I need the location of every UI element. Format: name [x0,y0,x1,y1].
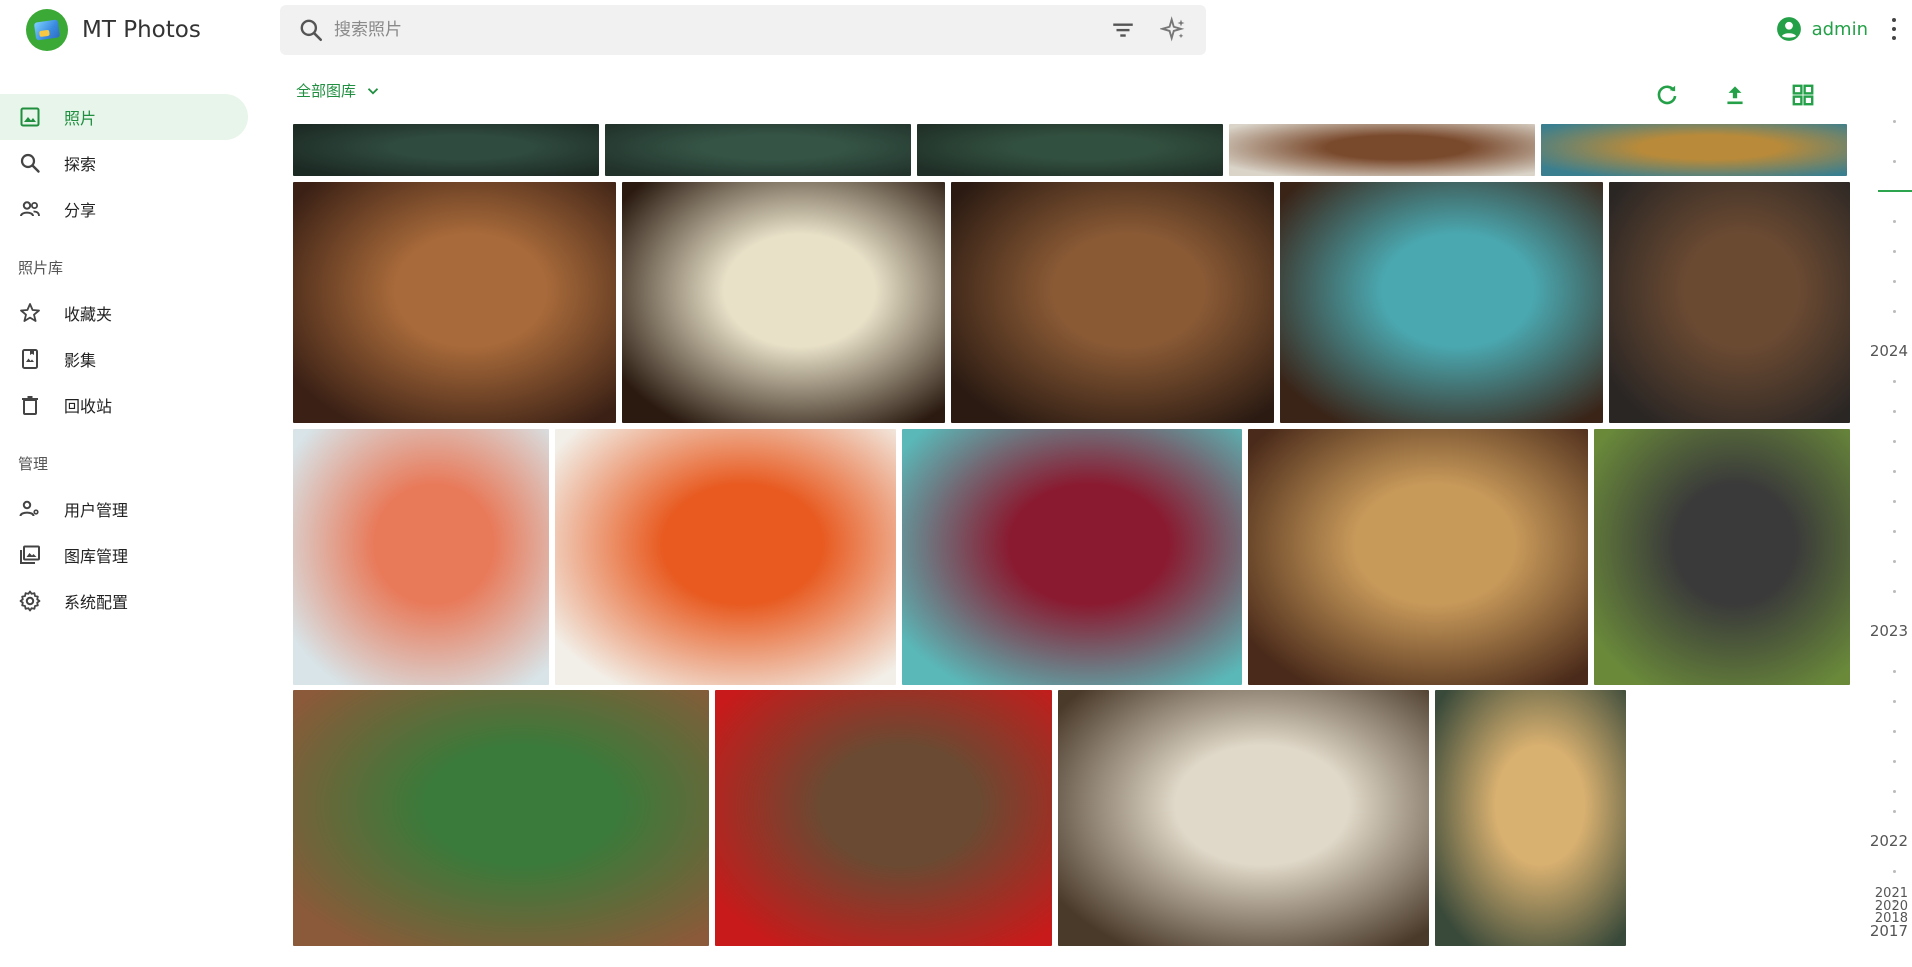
ai-sparkle-icon[interactable] [1160,16,1188,44]
photo-thumbnail[interactable] [1280,182,1603,423]
sidebar-item-label: 系统配置 [64,593,129,612]
sidebar-item-label: 探索 [64,155,97,174]
search-bar [280,5,1206,55]
photo-thumbnail[interactable] [293,690,709,946]
sidebar-item-user-management[interactable]: 用户管理 [0,486,248,532]
more-vert-icon[interactable] [1890,18,1898,40]
gear-icon [19,590,41,612]
sidebar-item-gallery-management[interactable]: 图库管理 [0,532,248,578]
upload-icon[interactable] [1722,82,1748,108]
sidebar-item-favorites[interactable]: 收藏夹 [0,290,248,336]
photo-icon [20,107,40,127]
logo-icon [26,9,68,51]
photo-thumbnail[interactable] [715,690,1052,946]
photo-thumbnail[interactable] [293,182,616,423]
photo-thumbnail[interactable] [1541,124,1847,176]
timeline-scrubber[interactable]: 2024 2023 2022 2021 2020 2018 2017 [1870,110,1912,960]
search-input[interactable] [334,20,1110,40]
sidebar-item-system-settings[interactable]: 系统配置 [0,578,248,624]
app-title: MT Photos [82,17,201,43]
photo-row [293,182,1850,423]
photo-thumbnail[interactable] [1058,690,1429,946]
photo-row [293,124,1847,176]
photo-thumbnail[interactable] [1594,429,1850,685]
search-icon [300,19,323,42]
timeline-year[interactable]: 2017 [1870,922,1908,940]
sidebar-item-label: 照片 [64,109,97,128]
timeline-year[interactable]: 2024 [1870,342,1908,360]
gallery-manage-icon [20,545,40,564]
filter-icon[interactable] [1110,17,1136,43]
chevron-down-icon [367,87,379,95]
sidebar-item-trash[interactable]: 回收站 [0,382,248,428]
people-icon [20,201,40,217]
sidebar-item-label: 影集 [64,351,97,370]
user-manage-icon [19,500,39,517]
sidebar-item-share[interactable]: 分享 [0,186,248,232]
sidebar-item-label: 分享 [64,201,97,220]
sidebar-item-label: 收藏夹 [64,305,113,324]
library-select-label: 全部图库 [296,82,357,100]
timeline-year[interactable]: 2023 [1870,622,1908,640]
photo-row [293,429,1850,685]
sidebar-item-explore[interactable]: 探索 [0,140,248,186]
sidebar-item-label: 图库管理 [64,547,129,566]
photo-thumbnail[interactable] [951,182,1274,423]
section-label-library: 照片库 [18,258,64,277]
photo-thumbnail[interactable] [622,182,945,423]
timeline-position-indicator [1878,190,1912,192]
user-menu[interactable]: admin [1776,16,1868,42]
section-label-admin: 管理 [18,454,49,473]
photo-thumbnail[interactable] [555,429,896,685]
app-logo[interactable]: MT Photos [26,9,201,51]
photo-row [293,690,1626,946]
grid-view-icon[interactable] [1790,82,1816,108]
album-icon [22,349,38,369]
photo-thumbnail[interactable] [293,429,549,685]
username: admin [1811,18,1868,40]
sidebar-item-label: 回收站 [64,397,113,416]
library-selector[interactable]: 全部图库 [296,80,382,101]
photo-thumbnail[interactable] [1248,429,1588,685]
photo-thumbnail[interactable] [605,124,911,176]
photo-thumbnail[interactable] [1609,182,1850,423]
star-icon [20,303,40,322]
account-icon [1776,17,1801,41]
photo-thumbnail[interactable] [293,124,599,176]
sidebar: 照片 探索 分享 照片库 收藏夹 影集 回收站 管理 用户管理 图库管理 系统配… [0,94,250,624]
sidebar-item-albums[interactable]: 影集 [0,336,248,382]
refresh-icon[interactable] [1654,82,1680,108]
trash-icon [22,396,38,415]
timeline-year[interactable]: 2022 [1870,832,1908,850]
search-icon [20,153,40,173]
sidebar-item-photos[interactable]: 照片 [0,94,248,140]
photo-thumbnail[interactable] [1229,124,1535,176]
photo-thumbnail[interactable] [917,124,1223,176]
photo-thumbnail[interactable] [902,429,1242,685]
photo-thumbnail[interactable] [1435,690,1626,946]
sidebar-item-label: 用户管理 [64,501,129,520]
